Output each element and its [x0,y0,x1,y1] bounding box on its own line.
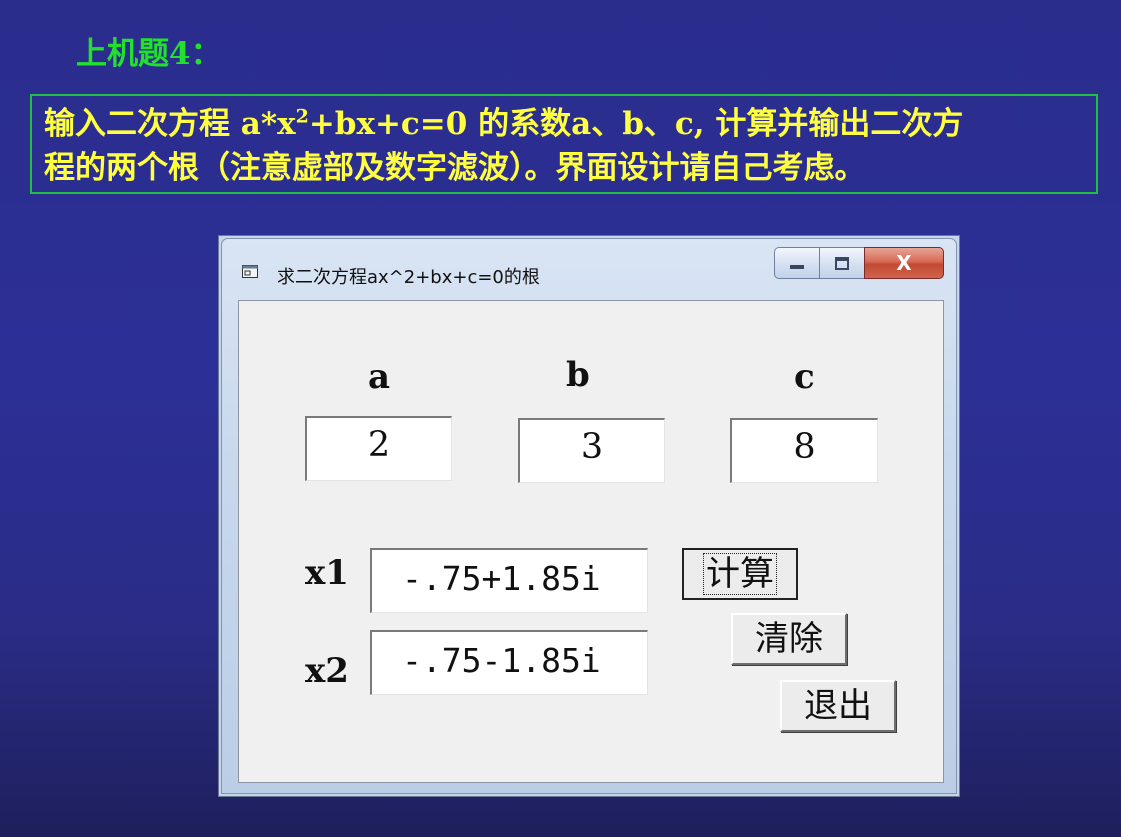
task-line-1: 输入二次方程 a*x2+bx+c=0 的系数a、b、c, 计算并输出二次方 [44,102,1086,146]
minimize-icon [790,265,804,269]
clear-button[interactable]: 清除 [731,613,847,665]
exit-button[interactable]: 退出 [780,680,896,732]
minimize-button[interactable] [774,247,820,279]
exit-button-label: 退出 [804,686,872,726]
task-line-1-pre: 输入二次方程 a*x [44,106,296,142]
coefficient-c-input[interactable]: 8 [730,418,878,483]
root-x1-output[interactable]: -.75+1.85i [370,548,648,613]
compute-button-label: 计算 [703,553,777,595]
form-client-area: a b c 2 3 8 x1 x2 -.75+1.85i -.75-1.85i … [238,300,944,783]
coefficient-b-input[interactable]: 3 [518,418,665,483]
label-x2: x2 [305,651,349,691]
task-line-1-post: +bx+c=0 的系数a、b、c, 计算并输出二次方 [308,106,964,142]
close-button[interactable]: X [864,247,944,279]
root-x2-output[interactable]: -.75-1.85i [370,630,648,695]
maximize-icon [835,256,849,270]
maximize-button[interactable] [819,247,865,279]
task-line-2: 程的两个根（注意虚部及数字滤波）。界面设计请自己考虑。 [44,150,866,186]
label-x1: x1 [305,553,349,593]
app-window: 求二次方程ax^2+bx+c=0的根 X a b c 2 3 8 x1 x2 -… [218,235,960,797]
close-icon: X [896,251,912,275]
compute-button[interactable]: 计算 [682,548,798,600]
window-title: 求二次方程ax^2+bx+c=0的根 [277,267,540,288]
coefficient-a-input[interactable]: 2 [305,416,452,481]
slide-title: 上机题4： [76,36,222,72]
window-controls: X [774,247,944,279]
window-frame: 求二次方程ax^2+bx+c=0的根 X a b c 2 3 8 x1 x2 -… [221,238,957,794]
clear-button-label: 清除 [755,619,823,659]
window-icon[interactable] [242,265,258,278]
task-description: 输入二次方程 a*x2+bx+c=0 的系数a、b、c, 计算并输出二次方 程的… [30,94,1098,194]
label-a: a [368,357,391,397]
label-c: c [794,357,815,397]
task-line-1-exponent: 2 [295,105,309,128]
label-b: b [566,355,590,395]
